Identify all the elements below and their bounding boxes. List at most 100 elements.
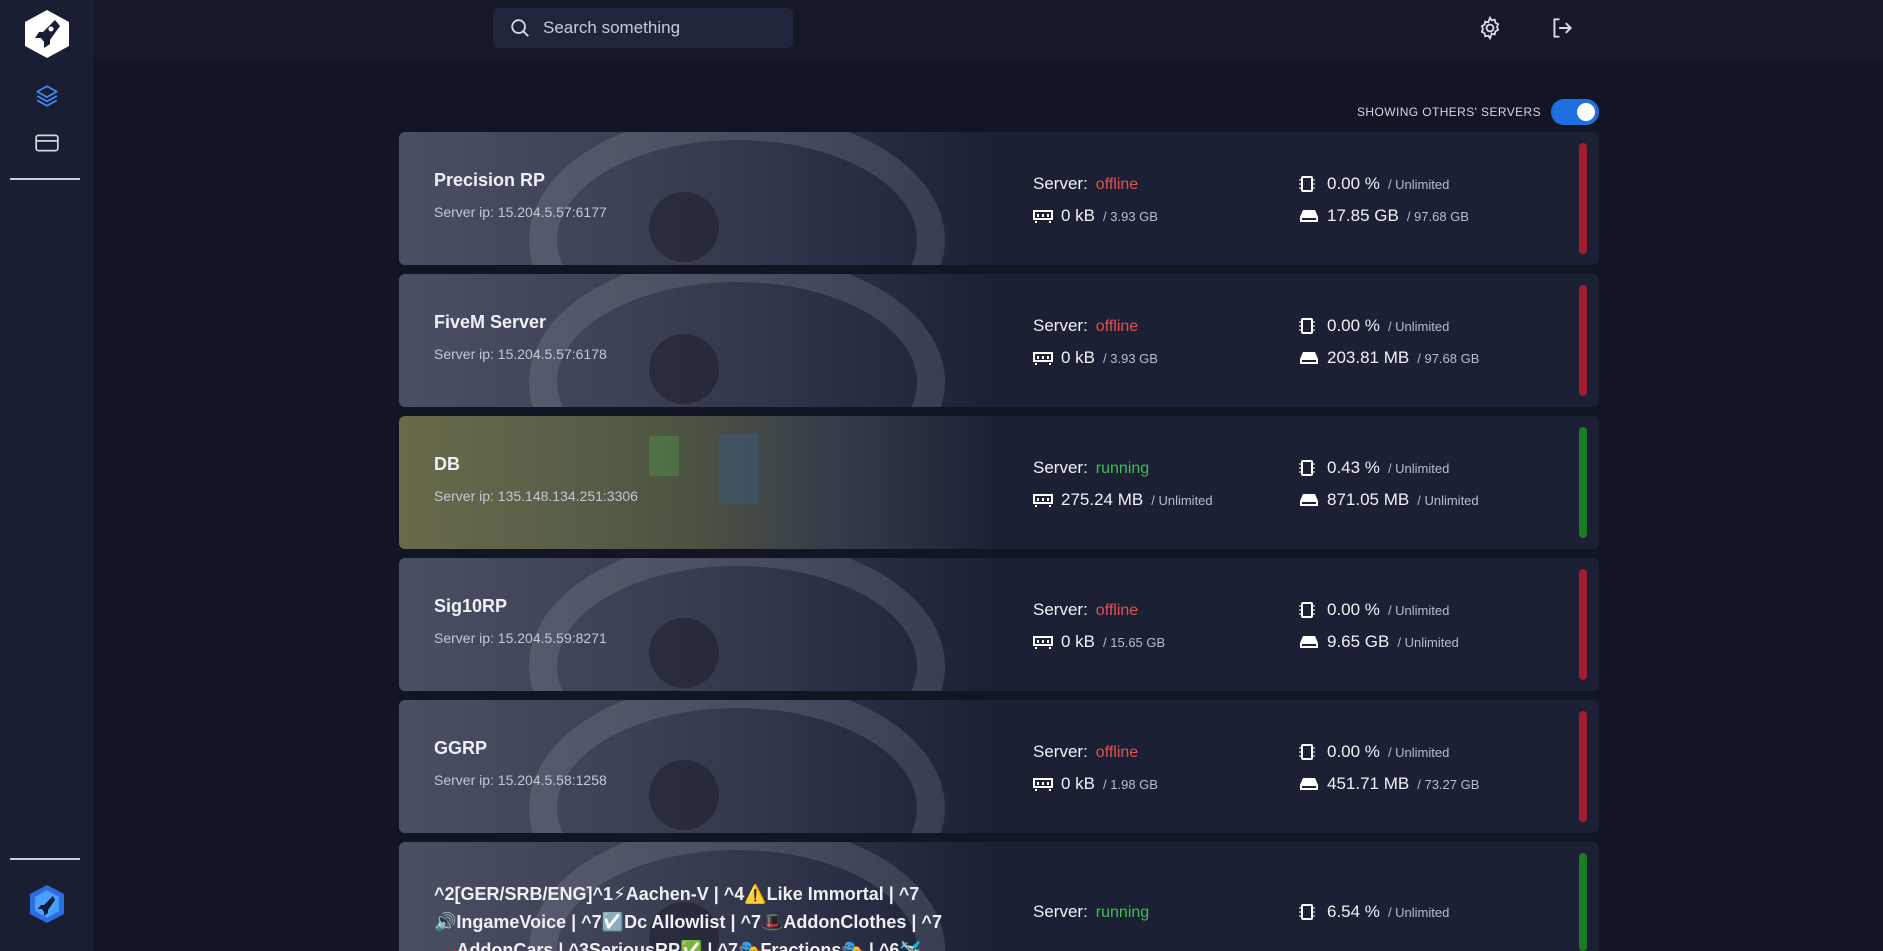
cpu-value: 0.00 % [1327,174,1380,193]
server-name-line: 🏎️AddonCars | ^3SeriousRP✅ | ^7🎭Fraction… [434,940,922,951]
sidebar-divider [10,858,80,860]
memory-icon [1033,492,1053,508]
sidebar [0,0,94,951]
server-name-line: ^2[GER/SRB/ENG]^1⚡Aachen-V | ^4⚠️Like Im… [434,884,920,904]
server-name: Precision RP [434,170,546,190]
status-bar [1579,285,1587,396]
disk-value: 203.81 MB [1327,348,1410,367]
server-ip: Server ip: 15.204.5.57:6178 [434,346,607,362]
cpu-icon [1299,744,1319,760]
cpu-icon [1299,176,1319,192]
cpu-usage: 0.00 % / Unlimited [1299,742,1449,762]
disk-limit: / Unlimited [1397,635,1459,650]
server-status: Server: offline [1033,600,1138,620]
disk-value: 451.71 MB [1327,774,1410,793]
server-name: DB [434,454,460,474]
server-status: Server: running [1033,458,1149,478]
ram-limit: / 3.93 GB [1103,209,1158,224]
server-status-label: Server: [1033,902,1088,921]
status-bar [1579,711,1587,822]
server-card[interactable]: FiveM Server Server ip: 15.204.5.57:6178… [399,274,1599,407]
ram-value: 0 kB [1061,774,1096,793]
server-card[interactable]: GGRP Server ip: 15.204.5.58:1258 Server:… [399,700,1599,833]
avatar[interactable] [27,884,67,924]
server-card[interactable]: ^2[GER/SRB/ENG]^1⚡Aachen-V | ^4⚠️Like Im… [399,842,1599,951]
server-card[interactable]: DB Server ip: 135.148.134.251:3306 Serve… [399,416,1599,549]
cpu-limit: / Unlimited [1387,603,1450,618]
server-banner-image [399,132,999,265]
server-card[interactable]: Sig10RP Server ip: 15.204.5.59:8271 Serv… [399,558,1599,691]
cpu-usage: 0.00 % / Unlimited [1299,174,1449,194]
server-status-label: Server: [1033,600,1088,619]
cpu-value: 0.43 % [1327,458,1380,477]
cpu-value: 6.54 % [1327,902,1380,921]
status-bar [1579,569,1587,680]
server-card[interactable]: Precision RP Server ip: 15.204.5.57:6177… [399,132,1599,265]
ram-limit: / 1.98 GB [1103,777,1158,792]
ram-usage: 0 kB / 15.65 GB [1033,632,1165,652]
server-ip: Server ip: 135.148.134.251:3306 [434,488,638,504]
server-banner-image [399,416,999,549]
memory-icon [1033,634,1053,650]
server-name-line: 🔊IngameVoice | ^7☑️Dc Allowlist | ^7🎩Add… [434,912,942,932]
disk-limit: / Unlimited [1417,493,1479,508]
cpu-value: 0.00 % [1327,600,1380,619]
rocket-logo-icon[interactable] [22,8,72,60]
ram-usage: 0 kB / 3.93 GB [1033,348,1158,368]
status-text: offline [1095,602,1139,619]
disk-limit: / 97.68 GB [1417,351,1480,366]
search-input[interactable]: Search something [493,8,793,48]
disk-icon [1299,776,1319,792]
ram-limit: / 3.93 GB [1103,351,1158,366]
server-name: ^2[GER/SRB/ENG]^1⚡Aachen-V | ^4⚠️Like Im… [434,880,974,951]
status-text: running [1095,460,1150,477]
server-ip: Server ip: 15.204.5.58:1258 [434,772,607,788]
status-bar [1579,853,1587,951]
status-text: offline [1095,176,1139,193]
server-status-label: Server: [1033,316,1088,335]
server-ip: Server ip: 15.204.5.57:6177 [434,204,607,220]
cpu-icon [1299,904,1319,920]
card-icon[interactable] [33,129,61,157]
cpu-icon [1299,318,1319,334]
disk-limit: / 97.68 GB [1406,209,1469,224]
ram-value: 0 kB [1061,632,1096,651]
memory-icon [1033,350,1053,366]
ram-value: 0 kB [1061,206,1096,225]
layers-icon[interactable] [33,82,61,110]
toggle-knob [1577,103,1595,121]
server-banner-image [399,274,999,407]
logout-icon[interactable] [1548,14,1576,42]
cpu-limit: / Unlimited [1387,905,1450,920]
cpu-icon [1299,460,1319,476]
server-name: FiveM Server [434,312,547,332]
ram-usage: 275.24 MB / Unlimited [1033,490,1213,510]
server-status-label: Server: [1033,174,1088,193]
server-status: Server: offline [1033,316,1138,336]
disk-usage: 203.81 MB / 97.68 GB [1299,348,1479,368]
server-status: Server: running [1033,902,1149,922]
ram-usage: 0 kB / 1.98 GB [1033,774,1158,794]
others-servers-toggle[interactable] [1551,99,1599,125]
cpu-limit: / Unlimited [1387,319,1450,334]
cpu-usage: 6.54 % / Unlimited [1299,902,1449,922]
server-status-label: Server: [1033,742,1088,761]
disk-usage: 871.05 MB / Unlimited [1299,490,1479,510]
ram-usage: 0 kB / 3.93 GB [1033,206,1158,226]
sidebar-divider [10,178,80,180]
cpu-limit: / Unlimited [1387,461,1450,476]
status-text: offline [1095,744,1139,761]
server-name: Sig10RP [434,596,508,616]
gear-icon[interactable] [1476,14,1504,42]
cpu-usage: 0.43 % / Unlimited [1299,458,1449,478]
ram-limit: / Unlimited [1151,493,1213,508]
toggle-label: SHOWING OTHERS' SERVERS [1357,105,1541,119]
cpu-icon [1299,602,1319,618]
disk-icon [1299,634,1319,650]
status-bar [1579,143,1587,254]
disk-value: 9.65 GB [1327,632,1390,651]
disk-usage: 9.65 GB / Unlimited [1299,632,1459,652]
disk-usage: 451.71 MB / 73.27 GB [1299,774,1479,794]
memory-icon [1033,208,1053,224]
server-banner-image [399,558,999,691]
